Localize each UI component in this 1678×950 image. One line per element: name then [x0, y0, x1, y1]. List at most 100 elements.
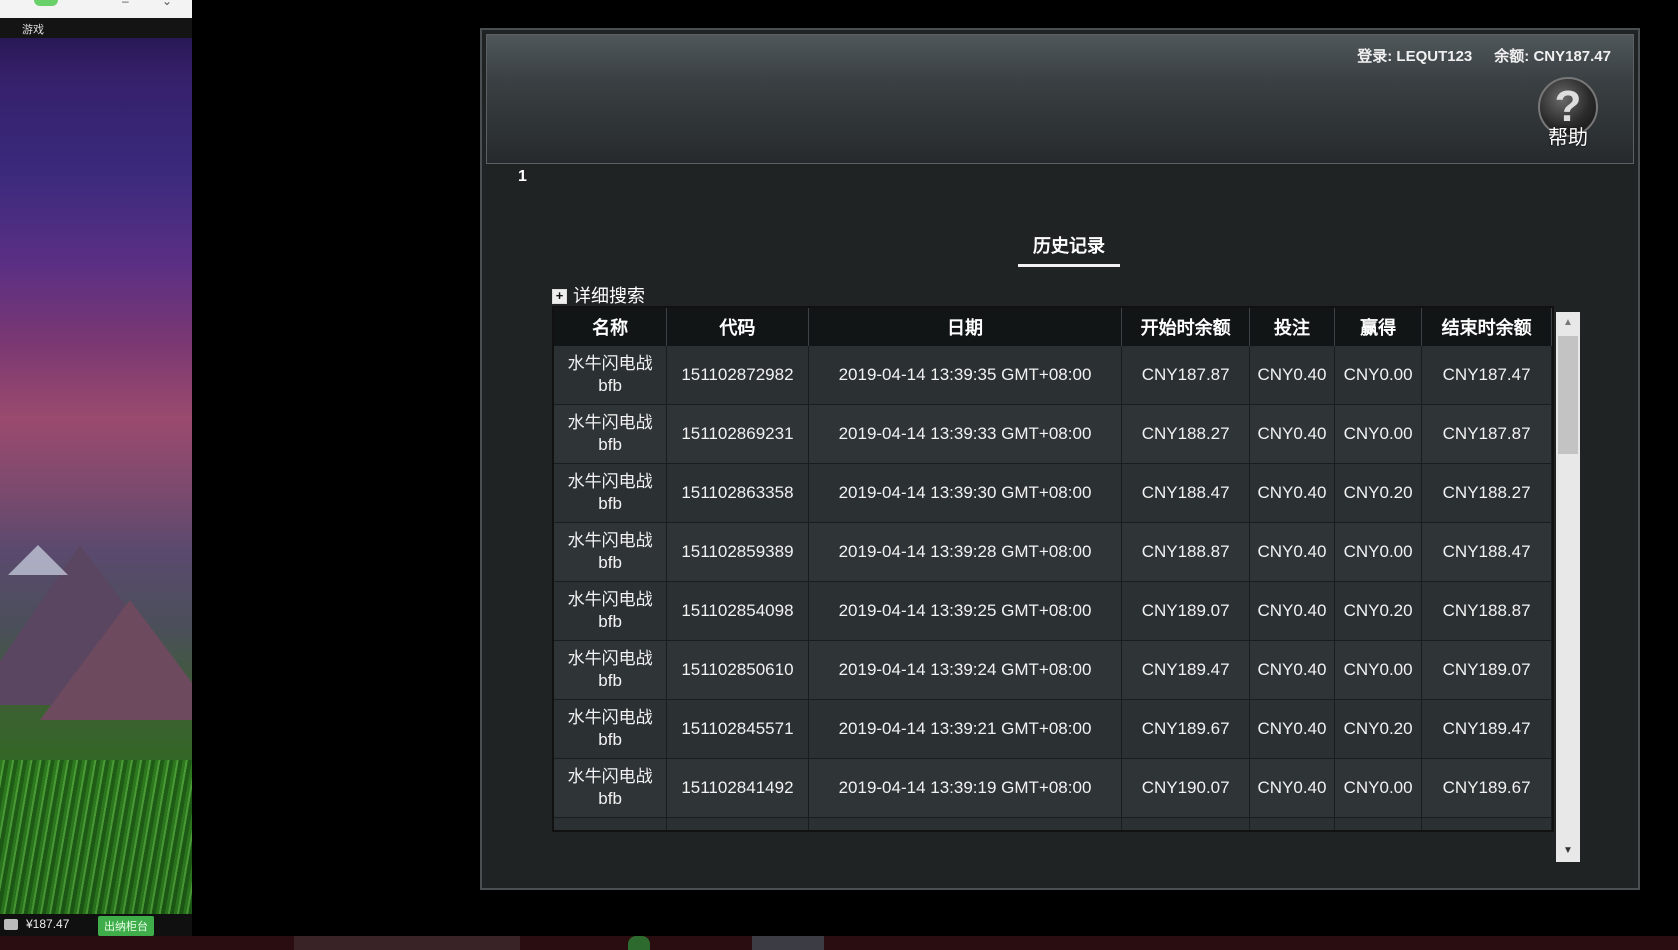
column-header[interactable]: 结束时余额 [1421, 308, 1552, 346]
table-cell: 2019-04-14 13:39:33 GMT+08:00 [808, 404, 1123, 464]
table-cell: 151102850610 [666, 640, 809, 700]
table-cell: CNY190.07 [1121, 758, 1250, 818]
table-cell: 151102859389 [666, 522, 809, 582]
column-header[interactable]: 投注 [1249, 308, 1336, 346]
taskbar-item[interactable] [294, 936, 520, 950]
table-cell: CNY189.67 [1121, 699, 1250, 759]
table-cell: 水牛闪电战 bfb [554, 699, 668, 759]
advanced-search-label: 详细搜索 [573, 286, 645, 306]
history-table: 名称 代码 日期 开始时余额 投注 赢得 结束时余额 水牛闪电战 bfb 1511… [554, 308, 1552, 830]
table-cell: 2019-04-14 13:39:25 GMT+08:00 [808, 581, 1123, 641]
triangle-up-icon[interactable]: ▲ [1556, 312, 1580, 334]
table-cell: CNY187.47 [1421, 346, 1552, 405]
table-cell: CNY188.27 [1421, 463, 1552, 523]
table-cell: 2019-04-14 13:39:17 GMT+08:00 [808, 817, 1123, 830]
taskbar [0, 936, 1678, 950]
table-cell: CNY188.47 [1421, 522, 1552, 582]
column-header[interactable]: 日期 [808, 308, 1123, 346]
scrollbar-thumb[interactable] [1558, 336, 1578, 454]
side-status-bar: ¥187.47 出纳柜台 [0, 914, 192, 936]
table-cell: 2019-04-14 13:39:28 GMT+08:00 [808, 522, 1123, 582]
app-logo [34, 0, 58, 6]
table-cell: 151102872982 [666, 346, 809, 405]
table-cell: CNY188.87 [1421, 581, 1552, 641]
table-cell: CNY189.07 [1421, 640, 1552, 700]
table-cell: 151102854098 [666, 581, 809, 641]
table-cell: CNY0.40 [1249, 640, 1336, 700]
table-row[interactable]: 水牛闪电战 bfb 151102850610 2019-04-14 13:39:24… [554, 640, 1552, 700]
table-row[interactable]: 水牛闪电战 bfb 151102863358 2019-04-14 13:39:30… [554, 463, 1552, 523]
column-header[interactable]: 代码 [666, 308, 809, 346]
table-header-row: 名称 代码 日期 开始时余额 投注 赢得 结束时余额 [554, 308, 1552, 346]
game-side-panel: ‒ ⌄ 游戏 ¥187.47 出纳柜台 [0, 0, 192, 950]
games-tab[interactable]: 游戏 [0, 18, 192, 38]
table-cell: 水牛闪电战 bfb [554, 640, 668, 700]
table-cell: 151102863358 [666, 463, 809, 523]
help-label: 帮助 [1548, 127, 1588, 149]
table-cell: 151102869231 [666, 404, 809, 464]
table-cell: CNY0.40 [1249, 404, 1336, 464]
taskbar-app-icon[interactable] [628, 936, 650, 950]
window-header: 登录: LEQUT123 余额: CNY187.47 ? 帮助 [486, 34, 1634, 164]
table-cell: CNY0.00 [1334, 758, 1423, 818]
table-cell: CNY0.40 [1249, 522, 1336, 582]
table-cell: CNY0.20 [1334, 463, 1423, 523]
column-header[interactable]: 赢得 [1334, 308, 1423, 346]
column-header[interactable]: 开始时余额 [1121, 308, 1250, 346]
table-cell: 水牛闪电战 bfb [554, 463, 668, 523]
table-cell: 水牛闪电战 bfb [554, 758, 668, 818]
table-row[interactable]: 水牛闪电战 bfb 151102845571 2019-04-14 13:39:21… [554, 699, 1552, 759]
table-cell: CNY188.27 [1121, 404, 1250, 464]
table-cell: CNY0.00 [1334, 404, 1423, 464]
table-cell: 151102845571 [666, 699, 809, 759]
table-cell: CNY189.47 [1421, 699, 1552, 759]
games-tab-label: 游戏 [22, 24, 44, 36]
background-grass [0, 760, 192, 920]
table-scrollbar[interactable]: ▲ ▼ [1556, 312, 1580, 862]
cashier-button[interactable]: 出纳柜台 [98, 916, 154, 936]
table-cell: CNY0.40 [1249, 699, 1336, 759]
table-row[interactable]: 水牛闪电战 bfb 151102841492 2019-04-14 13:39:19… [554, 758, 1552, 818]
table-cell: CNY189.67 [1421, 758, 1552, 818]
table-cell: CNY0.40 [1249, 463, 1336, 523]
table-cell: CNY0.20 [1334, 581, 1423, 641]
taskbar-active-item[interactable] [752, 936, 824, 950]
table-cell: 2019-04-14 13:39:19 GMT+08:00 [808, 758, 1123, 818]
column-header[interactable]: 名称 [554, 308, 668, 346]
table-cell: 2019-04-14 13:39:24 GMT+08:00 [808, 640, 1123, 700]
table-cell: CNY0.00 [1334, 817, 1423, 830]
table-body: 水牛闪电战 bfb 151102872982 2019-04-14 13:39:35… [554, 346, 1552, 830]
table-cell: 水牛闪电战 bfb [554, 581, 668, 641]
table-cell: 水牛闪电战 bfb [554, 346, 668, 405]
table-row[interactable]: 水牛闪电战 bfb 151102859389 2019-04-14 13:39:28… [554, 522, 1552, 582]
table-cell: CNY0.00 [1334, 346, 1423, 405]
minimize-icon[interactable]: ‒ [122, 0, 129, 8]
table-cell: CNY189.07 [1121, 581, 1250, 641]
table-cell: CNY189.47 [1121, 640, 1250, 700]
table-cell: 151102837440 [666, 817, 809, 830]
table-row[interactable]: 水牛闪电战 bfb 151102854098 2019-04-14 13:39:25… [554, 581, 1552, 641]
table-cell: CNY190.07 [1421, 817, 1552, 830]
background-mountain-2 [40, 600, 192, 720]
table-row[interactable]: 水牛闪电战 bfb 151102872982 2019-04-14 13:39:35… [554, 346, 1552, 405]
table-row[interactable]: 水牛闪电战 bfb 151102869231 2019-04-14 13:39:33… [554, 404, 1552, 464]
history-window: 登录: LEQUT123 余额: CNY187.47 ? 帮助 1 历史记录 + 详… [480, 28, 1640, 890]
triangle-down-icon[interactable]: ▼ [1556, 840, 1580, 862]
table-cell: 水牛闪电战 bfb [554, 404, 668, 464]
table-cell: CNY0.00 [1334, 522, 1423, 582]
table-cell: CNY188.47 [1121, 463, 1250, 523]
tab-history[interactable]: 历史记录 [1018, 232, 1120, 267]
table-cell: 2019-04-14 13:39:30 GMT+08:00 [808, 463, 1123, 523]
table-cell: 151102841492 [666, 758, 809, 818]
table-row[interactable]: 水牛闪电战1511028374402019-04-14 13:39:17 GMT… [554, 817, 1552, 830]
plus-box-icon: + [552, 289, 567, 304]
help-button[interactable]: ? 帮助 [1535, 77, 1601, 149]
advanced-search-toggle[interactable]: + 详细搜索 [552, 282, 645, 308]
table-cell: 水牛闪电战 bfb [554, 522, 668, 582]
table-cell: 水牛闪电战 [554, 817, 668, 830]
table-cell: 2019-04-14 13:39:21 GMT+08:00 [808, 699, 1123, 759]
table-cell: CNY0.40 [1249, 346, 1336, 405]
table-cell: CNY0.40 [1249, 817, 1336, 830]
wallet-icon [4, 919, 18, 930]
close-icon[interactable]: ⌄ [162, 0, 172, 8]
